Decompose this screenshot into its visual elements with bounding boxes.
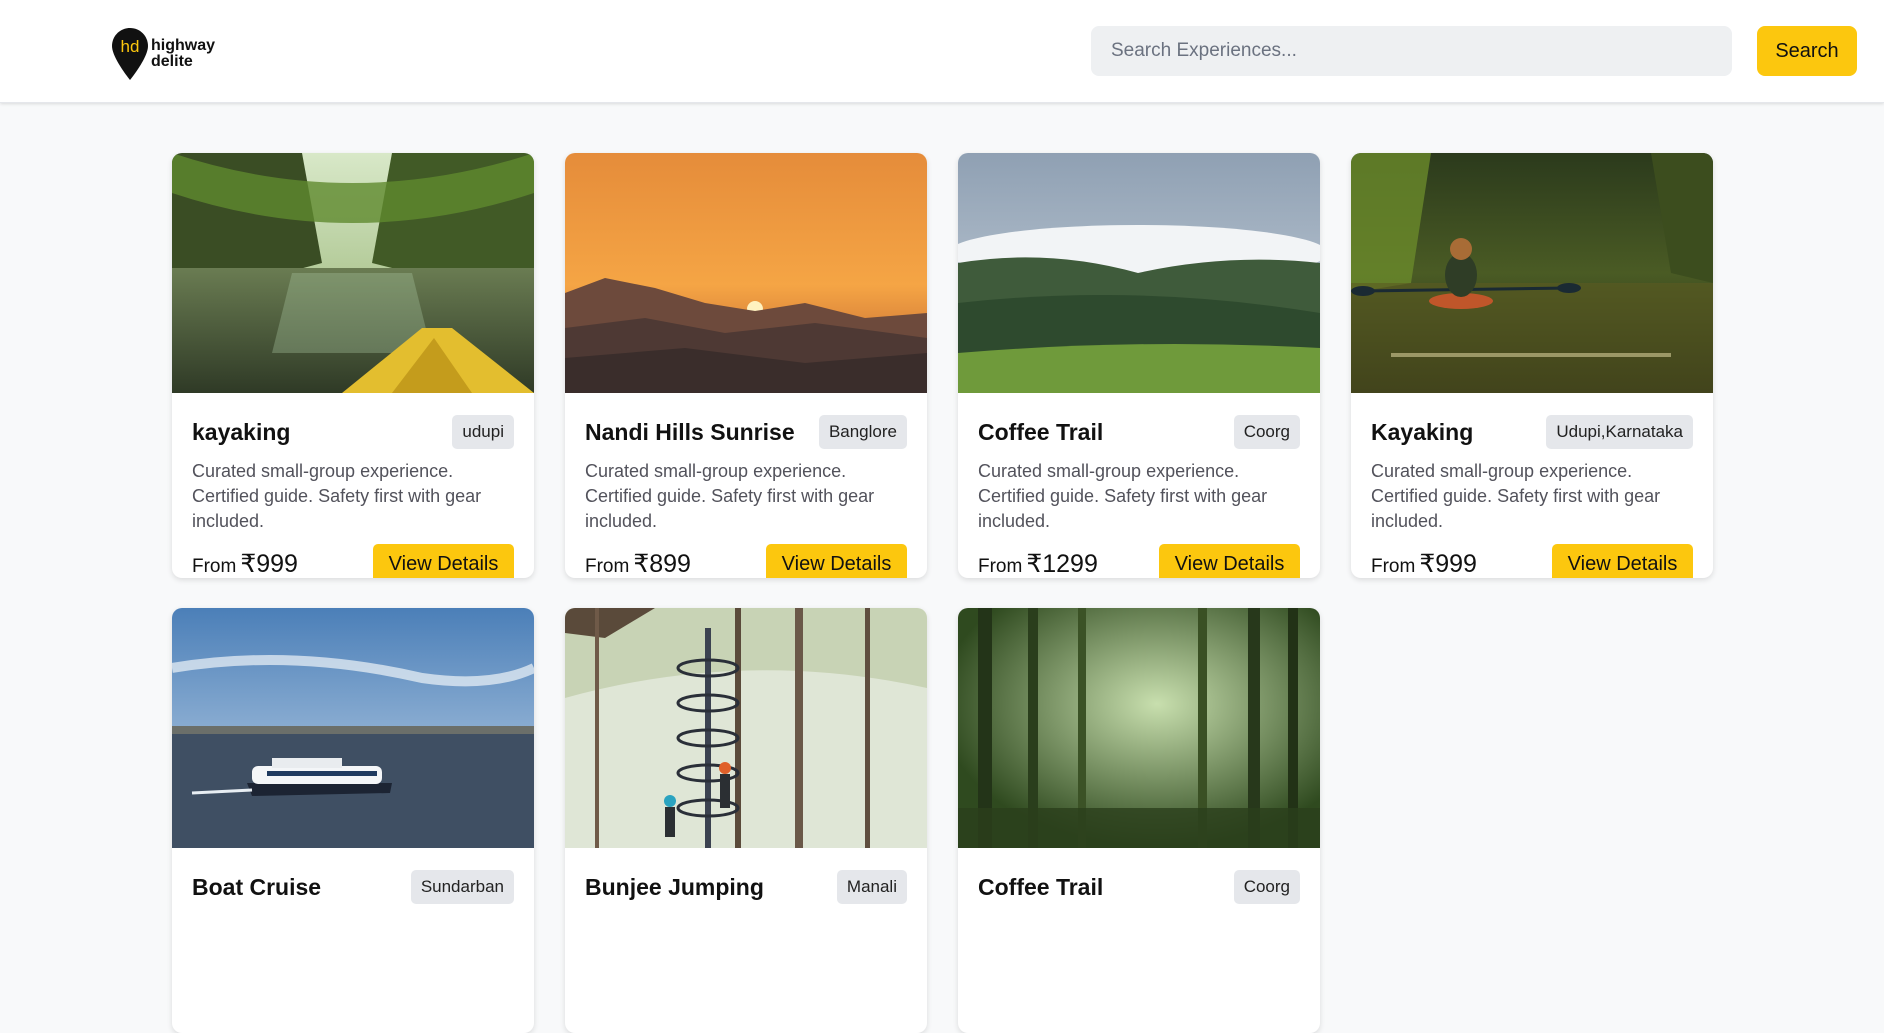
view-details-button[interactable]: View Details — [1159, 544, 1300, 578]
site-header: hd highway delite Search — [0, 0, 1884, 103]
price-prefix: From — [978, 556, 1023, 577]
experience-card: Coffee Trail Coorg — [958, 608, 1320, 1033]
card-title: Bunjee Jumping — [585, 873, 764, 900]
card-description: Curated small-group experience. Certifie… — [978, 461, 1268, 531]
logo[interactable]: hd highway delite — [111, 27, 215, 81]
location-badge: Sundarban — [410, 870, 514, 904]
card-title: Boat Cruise — [192, 873, 322, 900]
view-details-button[interactable]: View Details — [1552, 544, 1693, 578]
card-title: kayaking — [192, 418, 291, 445]
experience-card: kayaking udupi Curated small-group exper… — [172, 153, 534, 578]
view-details-button[interactable]: View Details — [373, 544, 514, 578]
location-badge: Coorg — [1233, 415, 1300, 449]
price-prefix: From — [585, 556, 630, 577]
card-image-kayaking[interactable] — [172, 153, 534, 393]
experience-grid: kayaking udupi Curated small-group exper… — [172, 153, 1713, 1033]
experience-card: Coffee Trail Coorg Curated small-group e… — [958, 153, 1320, 578]
card-title: Kayaking — [1371, 418, 1474, 445]
price-amount: ₹899 — [633, 550, 691, 578]
location-badge: udupi — [452, 415, 514, 449]
card-image-coffee-trail[interactable] — [958, 153, 1320, 393]
search-button[interactable]: Search — [1757, 26, 1857, 76]
location-badge: Manali — [836, 870, 907, 904]
price-prefix: From — [1371, 556, 1416, 577]
card-image-kayaking-karnataka[interactable] — [1351, 153, 1713, 393]
location-badge: Banglore — [818, 415, 907, 449]
experience-card: Nandi Hills Sunrise Banglore Curated sma… — [565, 153, 927, 578]
price-amount: ₹1299 — [1026, 550, 1098, 578]
card-title: Coffee Trail — [978, 418, 1104, 445]
experience-card: Bunjee Jumping Manali — [565, 608, 927, 1033]
price-prefix: From — [192, 556, 237, 577]
card-description: Curated small-group experience. Certifie… — [192, 461, 482, 531]
card-image-bunjee-jumping[interactable] — [565, 608, 927, 848]
logo-wordmark: highway delite — [151, 38, 215, 70]
card-image-nandi-hills[interactable] — [565, 153, 927, 393]
card-price: From ₹1299 — [978, 549, 1098, 578]
location-badge: Coorg — [1233, 870, 1300, 904]
logo-line-1: highway — [151, 37, 216, 54]
experience-card: Kayaking Udupi,Karnataka Curated small-g… — [1351, 153, 1713, 578]
card-image-coffee-trail-forest[interactable] — [958, 608, 1320, 848]
card-description: Curated small-group experience. Certifie… — [585, 461, 875, 531]
logo-line-2: delite — [151, 53, 193, 70]
card-price: From ₹999 — [1371, 549, 1477, 578]
card-title: Coffee Trail — [978, 873, 1104, 900]
search-input[interactable] — [1091, 26, 1732, 76]
card-image-boat-cruise[interactable] — [172, 608, 534, 848]
card-price: From ₹899 — [585, 549, 691, 578]
location-badge: Udupi,Karnataka — [1546, 415, 1693, 449]
experience-card: Boat Cruise Sundarban — [172, 608, 534, 1033]
svg-text:hd: hd — [121, 37, 140, 56]
card-price: From ₹999 — [192, 549, 298, 578]
logo-pin-icon: hd — [112, 28, 148, 80]
price-amount: ₹999 — [240, 550, 298, 578]
price-amount: ₹999 — [1419, 550, 1477, 578]
card-description: Curated small-group experience. Certifie… — [1371, 461, 1661, 531]
card-title: Nandi Hills Sunrise — [585, 418, 795, 445]
view-details-button[interactable]: View Details — [766, 544, 907, 578]
